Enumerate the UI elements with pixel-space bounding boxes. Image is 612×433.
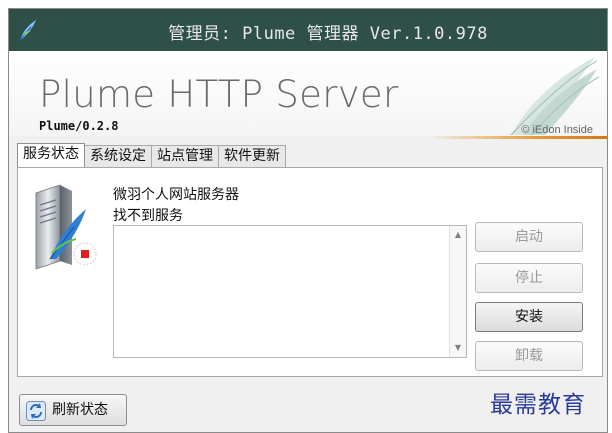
- version-label: Plume/0.2.8: [39, 119, 119, 133]
- product-name: Plume HTTP Server: [39, 73, 399, 116]
- watermark-text: 最需教育: [490, 392, 586, 418]
- service-status-text: 找不到服务: [113, 208, 183, 224]
- server-status-icon: [35, 184, 97, 270]
- tab-software-update[interactable]: 软件更新: [218, 145, 286, 167]
- plume-manager-window: 管理员: Plume 管理器 Ver.1.0.978 Plume HTTP Se…: [8, 8, 608, 433]
- banner-accent-line: [9, 136, 607, 139]
- tab-service-status[interactable]: 服务状态: [17, 143, 85, 167]
- feather-logo-icon: [510, 57, 599, 135]
- service-name: 微羽个人网站服务器: [113, 187, 239, 203]
- install-button[interactable]: 安装: [475, 302, 583, 332]
- log-scrollbar[interactable]: ▲ ▼: [449, 226, 466, 357]
- scroll-up-arrow-icon[interactable]: ▲: [450, 227, 466, 243]
- uninstall-button[interactable]: 卸载: [475, 341, 583, 371]
- refresh-status-label: 刷新状态: [52, 402, 108, 418]
- credit-label: © iEdon Inside: [521, 124, 593, 136]
- banner: Plume HTTP Server Plume/0.2.8 © iEdon In…: [9, 51, 607, 139]
- tab-site-management[interactable]: 站点管理: [151, 145, 219, 167]
- tab-bar: 服务状态 系统设定 站点管理 软件更新: [17, 143, 286, 167]
- start-button[interactable]: 启动: [475, 222, 583, 252]
- stop-button[interactable]: 停止: [475, 263, 583, 293]
- tab-system-settings[interactable]: 系统设定: [84, 145, 152, 167]
- window-title: 管理员: Plume 管理器 Ver.1.0.978: [168, 24, 488, 44]
- service-log-textarea[interactable]: ▲ ▼: [113, 225, 467, 358]
- scroll-down-arrow-icon[interactable]: ▼: [450, 340, 466, 356]
- service-status-panel: 微羽个人网站服务器 找不到服务 ▲ ▼ 启动 停止 安装 卸载: [17, 167, 603, 377]
- title-bar[interactable]: 管理员: Plume 管理器 Ver.1.0.978: [9, 9, 607, 51]
- stopped-indicator: [81, 250, 89, 258]
- refresh-icon: [26, 401, 46, 421]
- refresh-status-button[interactable]: 刷新状态: [19, 394, 127, 426]
